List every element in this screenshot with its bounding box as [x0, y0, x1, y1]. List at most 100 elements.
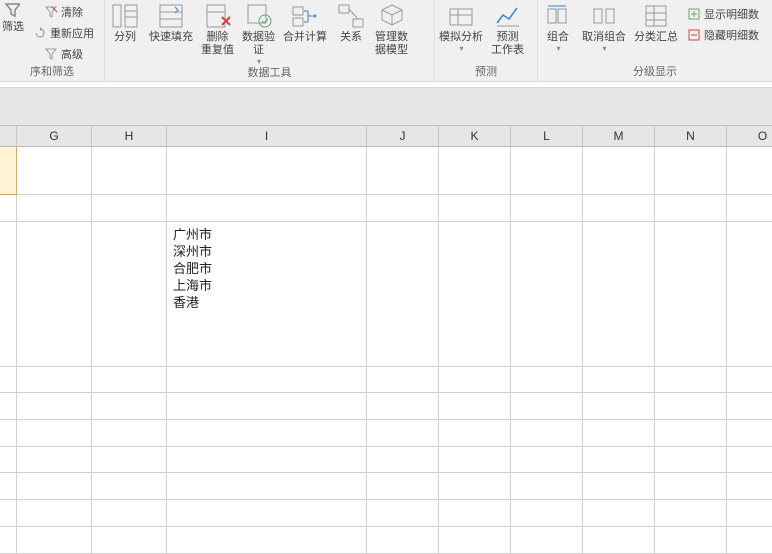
relationships-button[interactable]: 关系	[331, 2, 371, 44]
cell[interactable]	[439, 447, 511, 473]
cell[interactable]	[583, 420, 655, 446]
cell[interactable]	[0, 527, 17, 553]
group-button[interactable]: 组合▾	[538, 2, 578, 53]
cell[interactable]	[0, 393, 17, 419]
cell[interactable]	[511, 447, 583, 473]
col-header-I[interactable]: I	[167, 126, 367, 146]
cell[interactable]	[0, 473, 17, 499]
cell[interactable]	[0, 420, 17, 446]
cell[interactable]	[655, 500, 727, 526]
cell[interactable]	[367, 420, 439, 446]
cell[interactable]	[511, 527, 583, 553]
cell[interactable]	[727, 222, 772, 366]
cell[interactable]	[727, 500, 772, 526]
cell[interactable]	[583, 473, 655, 499]
manage-model-button[interactable]: 管理数 据模型	[371, 2, 412, 57]
col-header-L[interactable]: L	[511, 126, 583, 146]
cell[interactable]	[92, 195, 167, 221]
cell[interactable]	[367, 473, 439, 499]
col-header-J[interactable]: J	[367, 126, 439, 146]
cell[interactable]	[92, 222, 167, 366]
cell[interactable]	[92, 367, 167, 393]
forecast-sheet-button[interactable]: 预测 工作表	[487, 2, 528, 57]
show-detail-button[interactable]: 显示明细数	[684, 4, 761, 24]
cell[interactable]	[439, 147, 511, 194]
cell[interactable]	[511, 367, 583, 393]
cell[interactable]	[92, 393, 167, 419]
cell[interactable]	[655, 367, 727, 393]
cell[interactable]	[367, 447, 439, 473]
cell[interactable]	[511, 393, 583, 419]
cell[interactable]	[583, 195, 655, 221]
cell[interactable]	[655, 195, 727, 221]
cell[interactable]	[583, 222, 655, 366]
cell[interactable]	[583, 447, 655, 473]
col-header-stub[interactable]	[0, 126, 17, 146]
cell[interactable]	[17, 527, 92, 553]
cell[interactable]	[367, 222, 439, 366]
cell[interactable]	[367, 527, 439, 553]
cell[interactable]	[367, 367, 439, 393]
cell[interactable]	[511, 195, 583, 221]
cell[interactable]	[727, 147, 772, 194]
advanced-button[interactable]: 高级	[41, 44, 85, 64]
cell[interactable]	[655, 147, 727, 194]
cell[interactable]	[511, 500, 583, 526]
col-header-G[interactable]: G	[17, 126, 92, 146]
cell[interactable]	[439, 222, 511, 366]
subtotal-button[interactable]: 分类汇总	[630, 2, 682, 44]
cell[interactable]	[583, 500, 655, 526]
cell[interactable]	[655, 393, 727, 419]
flash-fill-button[interactable]: 快速填充	[145, 2, 197, 44]
consolidate-button[interactable]: 合并计算	[279, 2, 331, 44]
remove-duplicates-button[interactable]: 删除 重复值	[197, 2, 238, 57]
cell[interactable]	[17, 367, 92, 393]
cell[interactable]	[655, 473, 727, 499]
cell[interactable]	[583, 393, 655, 419]
col-header-N[interactable]: N	[655, 126, 727, 146]
cell[interactable]	[92, 420, 167, 446]
cell[interactable]	[439, 420, 511, 446]
cell[interactable]	[17, 447, 92, 473]
cell[interactable]	[727, 527, 772, 553]
cell[interactable]	[0, 195, 17, 221]
cell[interactable]	[439, 367, 511, 393]
what-if-button[interactable]: 模拟分析▾	[435, 2, 487, 53]
cell-I3[interactable]: 广州市 深州市 合肥市 上海市 香港	[167, 222, 367, 366]
filter-button[interactable]: 筛选	[0, 2, 26, 42]
cell[interactable]	[439, 473, 511, 499]
cell[interactable]	[511, 222, 583, 366]
cell[interactable]	[367, 393, 439, 419]
col-header-K[interactable]: K	[439, 126, 511, 146]
cell[interactable]	[17, 147, 92, 194]
ungroup-button[interactable]: 取消组合▾	[578, 2, 630, 53]
cell[interactable]	[655, 447, 727, 473]
cell[interactable]	[17, 500, 92, 526]
cell[interactable]	[167, 473, 367, 499]
cell[interactable]	[583, 367, 655, 393]
cell[interactable]	[439, 393, 511, 419]
cell[interactable]	[167, 447, 367, 473]
cell[interactable]	[511, 147, 583, 194]
cell[interactable]	[655, 527, 727, 553]
cell[interactable]	[727, 367, 772, 393]
col-header-O[interactable]: O	[727, 126, 772, 146]
cell[interactable]	[727, 420, 772, 446]
cell[interactable]	[167, 500, 367, 526]
cell[interactable]	[439, 527, 511, 553]
cell[interactable]	[439, 500, 511, 526]
cell[interactable]	[583, 147, 655, 194]
cell[interactable]	[367, 195, 439, 221]
cell[interactable]	[17, 473, 92, 499]
cell[interactable]	[655, 222, 727, 366]
hide-detail-button[interactable]: 隐藏明细数	[684, 25, 761, 45]
cell[interactable]	[727, 473, 772, 499]
cell[interactable]	[17, 222, 92, 366]
cell[interactable]	[0, 222, 17, 366]
cell[interactable]	[167, 393, 367, 419]
cell[interactable]	[167, 195, 367, 221]
cell[interactable]	[92, 500, 167, 526]
cell[interactable]	[511, 473, 583, 499]
cell[interactable]	[92, 473, 167, 499]
reapply-button[interactable]: 重新应用	[30, 23, 96, 43]
